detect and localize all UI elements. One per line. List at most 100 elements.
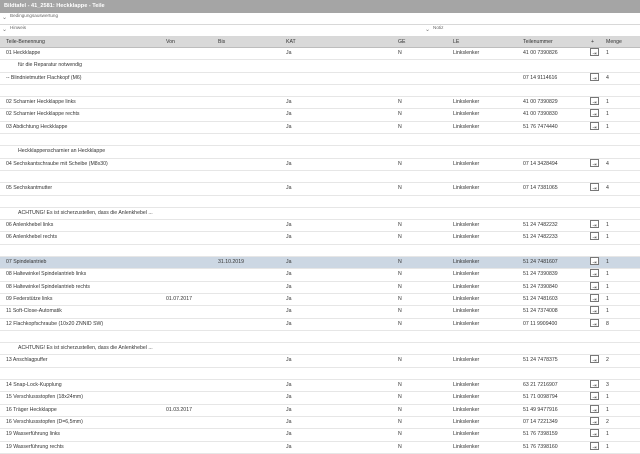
cell-tn: 51 76 7474440 bbox=[523, 123, 558, 130]
table-row[interactable]: 07 Spindelantrieb 31.10.2019 Ja N Linkslenke… bbox=[0, 257, 640, 270]
col-bis-header[interactable]: Bis bbox=[218, 37, 225, 47]
add-to-cart-icon[interactable]: ⇥ bbox=[590, 220, 599, 229]
cell-ge: N bbox=[398, 50, 402, 56]
table-row[interactable]: 06 Anlenkhebel rechts Ja N Linkslenker 51 24… bbox=[0, 232, 640, 245]
add-to-cart-icon[interactable]: ⇥ bbox=[590, 404, 599, 414]
table-row[interactable]: 11 Soft-Close-Automatik Ja N Linkslenker 51 … bbox=[0, 306, 640, 319]
add-to-cart-icon[interactable]: ⇥ bbox=[590, 183, 599, 192]
expander-usage-note[interactable]: ⌄ Bedingungsauswertung bbox=[0, 13, 640, 25]
cell-le: Linkslenker bbox=[453, 382, 480, 389]
cell-le: Linkslenker bbox=[453, 259, 480, 266]
cell-le: Linkslenker bbox=[453, 320, 480, 327]
cell-name: -- Blindnietmutter Flachkopf (M6) bbox=[6, 74, 82, 81]
table-row[interactable]: 04 Sechskantschraube mit Scheibe (M8x30)… bbox=[0, 158, 640, 171]
cell-ge: N bbox=[398, 406, 402, 413]
table-header: Teile-Benennung Von Bis KAT GE LE Teilen… bbox=[0, 37, 640, 48]
cell-kat: Ja bbox=[286, 295, 292, 302]
add-to-cart-icon[interactable]: ⇥ bbox=[590, 429, 599, 438]
cell-name: 16 Verschlussstopfen (D=6,5mm) bbox=[6, 418, 83, 425]
cell-menge: 4 bbox=[606, 160, 609, 167]
cell-le: Linkslenker bbox=[453, 160, 480, 167]
add-to-cart-icon[interactable]: ⇥ bbox=[590, 97, 599, 106]
table-row[interactable]: 08 Haltewinkel Spindelantrieb rechts Ja N L… bbox=[0, 281, 640, 294]
add-to-cart-icon[interactable]: ⇥ bbox=[590, 380, 599, 389]
cell-ge: N bbox=[398, 357, 402, 364]
add-to-cart-icon[interactable]: ⇥ bbox=[590, 293, 599, 303]
table-row[interactable]: 03 Abdichtung Heckklappe Ja N Linkslenker 51… bbox=[0, 121, 640, 135]
add-to-cart-icon[interactable]: ⇥ bbox=[590, 318, 599, 328]
add-to-cart-icon[interactable]: ⇥ bbox=[590, 158, 599, 168]
cell-menge: 3 bbox=[606, 382, 609, 389]
col-teilenummer-header[interactable]: Teilenummer bbox=[523, 37, 553, 47]
cell-kat: Ja bbox=[286, 320, 292, 327]
add-to-cart-icon[interactable]: ⇥ bbox=[590, 121, 599, 131]
add-to-cart-icon[interactable]: ⇥ bbox=[590, 416, 599, 426]
add-to-cart-icon[interactable]: ⇥ bbox=[590, 232, 599, 241]
cell-name: 08 Haltewinkel Spindelantrieb links bbox=[6, 271, 87, 278]
table-row[interactable]: 05 Sechskantmutter Ja N Linkslenker 07 14 73… bbox=[0, 183, 640, 196]
table-spacer-row bbox=[0, 368, 640, 381]
cell-name: 07 Spindelantrieb bbox=[6, 259, 47, 266]
cell-menge: 1 bbox=[606, 283, 609, 290]
table-row[interactable]: 19 Wasserführung rechts Ja N Linkslenker 51 … bbox=[0, 441, 640, 454]
table-row[interactable]: 02 Scharnier Heckklappe links Ja N Linkslen… bbox=[0, 97, 640, 110]
table-row[interactable]: 14 Snap-Lock-Kupplung Ja N Linkslenker 63 21… bbox=[0, 380, 640, 393]
table-note-row: ACHTUNG! Es ist sicherzustellen, dass di… bbox=[0, 343, 640, 356]
cell-ge: N bbox=[398, 185, 402, 192]
col-le-header[interactable]: LE bbox=[453, 37, 459, 47]
cell-name: 12 Flachkopfschraube (10x20 ZNNID SW) bbox=[6, 320, 104, 327]
add-to-cart-icon[interactable]: ⇥ bbox=[590, 306, 599, 315]
table-body: 01 Heckklappe Ja N Linkslenker 41 00 7390826… bbox=[0, 48, 640, 454]
add-to-cart-icon[interactable]: ⇥ bbox=[590, 109, 599, 118]
cell-name: 11 Soft-Close-Automatik bbox=[6, 308, 62, 315]
table-row[interactable]: 15 Verschlussstopfen (18x24mm) Ja N Linksle… bbox=[0, 392, 640, 405]
add-to-cart-icon[interactable]: ⇥ bbox=[590, 281, 599, 291]
cell-ge: N bbox=[398, 382, 402, 389]
cell-menge: 1 bbox=[606, 234, 609, 241]
add-to-cart-icon[interactable]: ⇥ bbox=[590, 72, 599, 82]
cell-name: 19 Wasserführung rechts bbox=[6, 443, 64, 450]
cell-kat: Ja bbox=[286, 222, 292, 229]
cell-tn: 41 00 7390830 bbox=[523, 111, 558, 118]
table-spacer-row bbox=[0, 331, 640, 344]
table-row[interactable]: 09 Federstütze links 01.07.2017 Ja N Linksle… bbox=[0, 293, 640, 307]
add-to-cart-icon[interactable]: ⇥ bbox=[590, 392, 599, 401]
col-cart-header: + bbox=[591, 39, 595, 45]
table-row[interactable]: 12 Flachkopfschraube (10x20 ZNNID SW) Ja N… bbox=[0, 318, 640, 331]
cell-le: Linkslenker bbox=[453, 123, 480, 130]
add-to-cart-icon[interactable]: ⇥ bbox=[590, 355, 599, 364]
col-menge-header[interactable]: Menge bbox=[606, 37, 622, 47]
col-name-header[interactable]: Teile-Benennung bbox=[6, 37, 45, 47]
cell-le: Linkslenker bbox=[453, 50, 480, 56]
table-row[interactable]: 02 Scharnier Heckklappe rechts Ja N Linksle… bbox=[0, 109, 640, 122]
table-row[interactable]: 08 Haltewinkel Spindelantrieb links Ja N Li… bbox=[0, 269, 640, 282]
table-spacer-row bbox=[0, 85, 640, 98]
table-row[interactable]: 06 Anlenkhebel links Ja N Linkslenker 51 24 … bbox=[0, 220, 640, 233]
col-ge-header[interactable]: GE bbox=[398, 37, 406, 47]
cell-tn: 41 00 7390826 bbox=[523, 50, 558, 56]
table-row[interactable]: -- Blindnietmutter Flachkopf (M6) 07 14 9… bbox=[0, 72, 640, 85]
table-row[interactable]: 19 Wasserführung links Ja N Linkslenker 51 7… bbox=[0, 429, 640, 442]
cell-kat: Ja bbox=[286, 431, 292, 438]
cell-tn: 51 24 7478375 bbox=[523, 357, 558, 364]
add-to-cart-icon[interactable]: ⇥ bbox=[590, 441, 599, 451]
cell-tn: 63 21 7216907 bbox=[523, 382, 558, 389]
cell-ge: N bbox=[398, 418, 402, 425]
table-row[interactable]: 16 Träger Heckklappe 01.03.2017 Ja N Linksle… bbox=[0, 404, 640, 417]
cell-menge: 1 bbox=[606, 99, 609, 106]
col-von-header[interactable]: Von bbox=[166, 37, 175, 47]
col-kat-header[interactable]: KAT bbox=[286, 37, 296, 47]
cell-name: 15 Verschlussstopfen (18x24mm) bbox=[6, 394, 83, 401]
table-row[interactable]: 13 Anschlagpuffer Ja N Linkslenker 51 24 747… bbox=[0, 355, 640, 368]
cell-ge: N bbox=[398, 431, 402, 438]
expander-hints[interactable]: ⌄ Hinweis ⌄ Notiz bbox=[0, 25, 640, 37]
add-to-cart-icon[interactable]: ⇥ bbox=[590, 48, 599, 57]
table-row[interactable]: 01 Heckklappe Ja N Linkslenker 41 00 7390826… bbox=[0, 48, 640, 61]
cell-kat: Ja bbox=[286, 271, 292, 278]
cell-ge: N bbox=[398, 443, 402, 450]
cell-ge: N bbox=[398, 222, 402, 229]
add-to-cart-icon[interactable]: ⇥ bbox=[590, 257, 599, 266]
cell-name: 08 Haltewinkel Spindelantrieb rechts bbox=[6, 283, 90, 290]
table-row[interactable]: 16 Verschlussstopfen (D=6,5mm) Ja N Linksle… bbox=[0, 416, 640, 430]
add-to-cart-icon[interactable]: ⇥ bbox=[590, 269, 599, 278]
